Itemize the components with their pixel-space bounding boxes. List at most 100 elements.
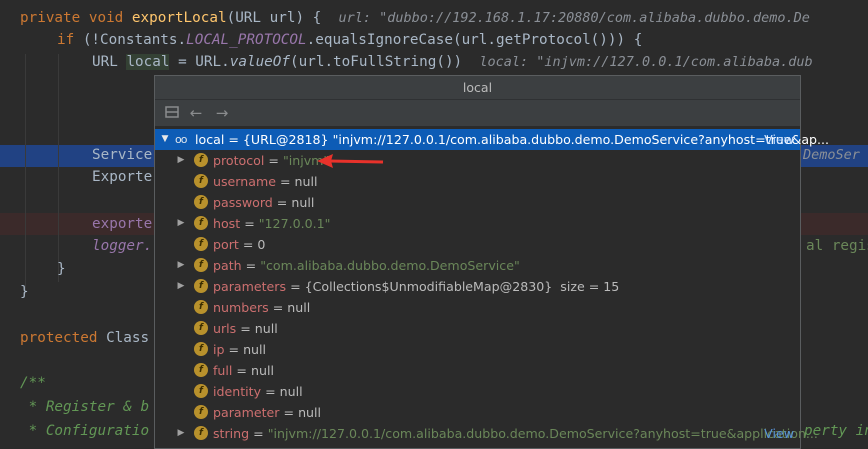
field-name: string — [213, 426, 250, 441]
code-line-comment-open: /** — [20, 375, 46, 391]
field-name: identity — [213, 384, 262, 399]
code-line-1: private void exportLocal(URL url) { url:… — [20, 10, 810, 26]
field-value: null — [243, 342, 267, 357]
collapse-arrow-icon[interactable]: ▼ — [160, 129, 170, 150]
field-value: "127.0.0.1" — [258, 216, 331, 231]
field-icon: f — [194, 342, 208, 356]
code-line-2: if (!Constants.LOCAL_PROTOCOL.equalsIgno… — [57, 32, 643, 48]
popup-toolbar: ← → — [155, 100, 800, 127]
field-value: null — [250, 363, 274, 378]
field-value: "injvm://127.0.0.1/com.alibaba.dubbo.dem… — [267, 426, 818, 441]
field-equals: = — [275, 174, 295, 189]
field-value: null — [298, 405, 322, 420]
field-equals: = — [236, 321, 255, 336]
field-name: parameters — [213, 279, 287, 294]
tree-row-field[interactable]: f urls = null — [155, 318, 800, 339]
tree-row-field[interactable]: f port = 0 — [155, 234, 800, 255]
back-arrow-icon[interactable]: ← — [187, 104, 205, 122]
field-label: password = null — [213, 192, 314, 213]
popup-title[interactable]: local — [155, 76, 800, 100]
field-name: path — [213, 258, 242, 273]
field-icon: f — [194, 174, 208, 188]
field-label: port = 0 — [213, 234, 265, 255]
field-name: host — [213, 216, 241, 231]
root-label: local = {URL@2818} "injvm://127.0.0.1/co… — [195, 132, 830, 147]
field-value: "com.alibaba.dubbo.demo.DemoService" — [260, 258, 520, 273]
field-name: parameter — [213, 405, 280, 420]
field-value: null — [287, 300, 311, 315]
field-icon: f — [194, 300, 208, 314]
object-icon: oo — [175, 133, 188, 146]
field-icon: f — [194, 384, 208, 398]
indent-guide — [58, 54, 59, 282]
tree-row-field[interactable]: ▶ f string = "injvm://127.0.0.1/com.alibab… — [155, 423, 818, 444]
field-icon: f — [194, 405, 208, 419]
field-label: username = null — [213, 171, 318, 192]
variable-inspector-popup[interactable]: local ← → ▼ oo local = {URL@2818} "injvm… — [154, 75, 829, 449]
field-equals: = — [249, 426, 268, 441]
field-icon: f — [194, 426, 208, 440]
code-line-service: Service — [92, 147, 153, 163]
view-link[interactable]: View — [764, 129, 794, 150]
field-equals: = — [232, 363, 251, 378]
field-label: host = "127.0.0.1" — [213, 213, 330, 234]
field-icon: f — [194, 216, 208, 230]
forward-arrow-icon[interactable]: → — [213, 104, 231, 122]
field-label: urls = null — [213, 318, 278, 339]
field-name: password — [213, 195, 273, 210]
field-equals: = — [272, 195, 292, 210]
view-link[interactable]: View — [764, 423, 794, 444]
field-label: protocol = "injvm" — [213, 150, 329, 171]
annotation-arrow-icon — [317, 154, 384, 168]
tree-row-field[interactable]: f numbers = null — [155, 297, 800, 318]
tree-row-field[interactable]: f username = null — [155, 171, 800, 192]
field-equals: = — [264, 153, 283, 168]
tree-row-field[interactable]: f parameter = null — [155, 402, 800, 423]
code-line-comment-3: * Configuratio — [20, 423, 150, 439]
code-line-exporter: Exporte — [92, 169, 153, 185]
field-value: null — [279, 384, 303, 399]
expand-arrow-icon[interactable]: ▶ — [176, 150, 186, 171]
tree-row-field[interactable]: f full = null — [155, 360, 800, 381]
expand-arrow-icon[interactable]: ▶ — [176, 213, 186, 234]
field-icon: f — [194, 153, 208, 167]
code-line-exporters: exporte — [92, 216, 153, 232]
tree-row-field[interactable]: ▶ f host = "127.0.0.1" — [155, 213, 800, 234]
field-equals: = — [261, 384, 280, 399]
field-value: 0 — [257, 237, 266, 252]
field-equals: = — [240, 216, 259, 231]
code-line-3: URL local = URL.valueOf(url.toFullString… — [92, 54, 813, 70]
field-icon: f — [194, 237, 208, 251]
field-icon: f — [194, 321, 208, 335]
field-value: null — [294, 174, 318, 189]
tree-row-field[interactable]: f identity = null — [155, 381, 800, 402]
tree-row-field[interactable]: ▶ f protocol = "injvm" — [155, 150, 800, 171]
field-label: path = "com.alibaba.dubbo.demo.DemoServi… — [213, 255, 520, 276]
tree-row-root[interactable]: ▼ oo local = {URL@2818} "injvm://127.0.0… — [155, 129, 829, 150]
code-line-logger-right: al regis — [806, 238, 868, 254]
field-name: full — [213, 363, 233, 378]
expand-arrow-icon[interactable]: ▶ — [176, 255, 186, 276]
field-name: port — [213, 237, 239, 252]
field-equals: = — [238, 237, 258, 252]
field-equals: = — [279, 405, 299, 420]
field-value: null — [254, 321, 278, 336]
tree-row-field[interactable]: f ip = null — [155, 339, 800, 360]
field-label: numbers = null — [213, 297, 310, 318]
field-icon: f — [194, 363, 208, 377]
variable-tree[interactable]: ▼ oo local = {URL@2818} "injvm://127.0.0… — [155, 126, 829, 448]
tree-row-field[interactable]: ▶ f path = "com.alibaba.dubbo.demo.DemoSer… — [155, 255, 800, 276]
field-equals: = — [224, 342, 244, 357]
field-name: username — [213, 174, 276, 189]
tree-row-field[interactable]: ▶ f parameters = {Collections$Unmodifiable… — [155, 276, 800, 297]
expand-arrow-icon[interactable]: ▶ — [176, 423, 186, 444]
field-icon: f — [194, 195, 208, 209]
field-name: urls — [213, 321, 237, 336]
db-icon[interactable] — [163, 104, 181, 122]
field-label: identity = null — [213, 381, 303, 402]
field-value: {Collections$UnmodifiableMap@2830} size … — [304, 279, 620, 294]
field-name: ip — [213, 342, 225, 357]
tree-row-field[interactable]: f password = null — [155, 192, 800, 213]
field-label: ip = null — [213, 339, 266, 360]
expand-arrow-icon[interactable]: ▶ — [176, 276, 186, 297]
